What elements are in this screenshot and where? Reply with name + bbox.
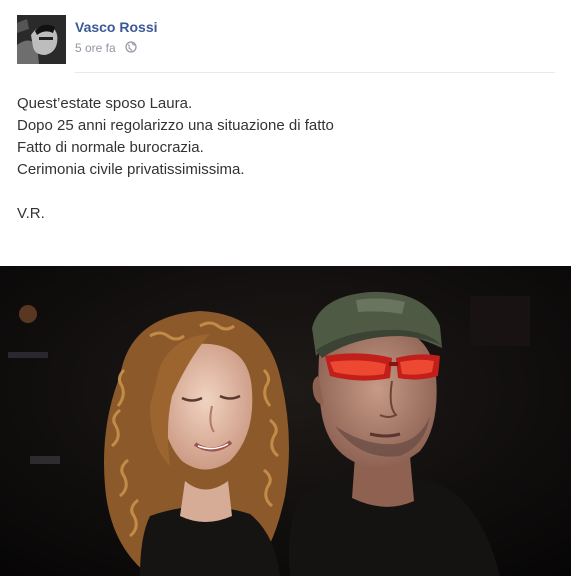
post-timestamp[interactable]: 5 ore fa bbox=[75, 41, 116, 55]
message-line: Fatto di normale burocrazia. bbox=[17, 139, 204, 156]
profile-avatar[interactable] bbox=[17, 15, 66, 64]
header-divider bbox=[75, 72, 555, 73]
message-line: Dopo 25 anni regolarizzo una situazione … bbox=[17, 117, 334, 134]
facebook-post: Vasco Rossi 5 ore fa Quest’estate sposo … bbox=[0, 0, 571, 576]
post-message: Quest’estate sposo Laura. Dopo 25 anni r… bbox=[17, 93, 547, 225]
globe-icon[interactable] bbox=[125, 41, 137, 56]
post-photo[interactable] bbox=[0, 266, 571, 576]
couple-photo-image bbox=[0, 266, 571, 576]
post-signature: V.R. bbox=[17, 205, 45, 222]
author-name-link[interactable]: Vasco Rossi bbox=[75, 19, 158, 35]
post-header: Vasco Rossi 5 ore fa bbox=[0, 0, 571, 72]
post-meta: 5 ore fa bbox=[75, 41, 137, 56]
avatar-image bbox=[17, 15, 66, 64]
message-line: Quest’estate sposo Laura. bbox=[17, 95, 193, 112]
message-line: Cerimonia civile privatissimissima. bbox=[17, 161, 245, 178]
